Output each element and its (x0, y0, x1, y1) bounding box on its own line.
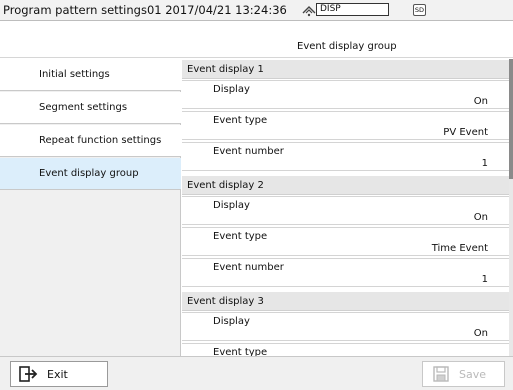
sidebar: Initial settings Segment settings Repeat… (0, 59, 181, 356)
setting-value: 1 (481, 274, 488, 285)
setting-label: Event number (213, 146, 284, 157)
exit-button[interactable]: Exit (10, 361, 108, 387)
setting-row-event-number[interactable]: Event number 1 (182, 142, 513, 171)
group-header: Event display 3 (182, 292, 513, 311)
group-header: Event display 2 (182, 176, 513, 195)
setting-label: Event number (213, 262, 284, 273)
group-header: Event display 1 (182, 60, 513, 79)
setting-row-event-type[interactable]: Event type PV Event (182, 111, 513, 140)
setting-row-display[interactable]: Display On (182, 80, 513, 109)
exit-button-label: Exit (47, 367, 68, 381)
setting-value: On (473, 328, 488, 339)
sidebar-item-segment-settings[interactable]: Segment settings (0, 92, 181, 124)
sd-card-icon: SD (413, 4, 426, 16)
setting-value: 1 (481, 158, 488, 169)
sidebar-item-label: Repeat function settings (39, 135, 162, 146)
setting-label: Display (213, 84, 250, 95)
save-button-label: Save (459, 367, 487, 381)
setting-row-event-type[interactable]: Event type (182, 343, 513, 356)
sidebar-item-label: Initial settings (39, 69, 110, 80)
scrollbar[interactable] (509, 59, 513, 356)
setting-label: Event type (213, 115, 268, 126)
setting-value: On (473, 96, 488, 107)
setting-label: Display (213, 316, 250, 327)
sidebar-item-repeat-function-settings[interactable]: Repeat function settings (0, 125, 181, 157)
sidebar-item-event-display-group[interactable]: Event display group (0, 158, 181, 190)
scrollbar-thumb[interactable] (509, 59, 513, 179)
save-button[interactable]: Save (422, 361, 505, 387)
setting-value: PV Event (443, 127, 488, 138)
setting-value: On (473, 212, 488, 223)
setting-label: Event type (213, 347, 268, 356)
page-title: Event display group (297, 41, 397, 52)
bottom-bar: Exit Save (0, 356, 513, 390)
window-title: Program pattern settings01 2017/04/21 13… (3, 3, 287, 17)
setting-label: Event type (213, 231, 268, 242)
save-icon (433, 366, 449, 382)
sidebar-item-label: Segment settings (39, 102, 128, 113)
signal-icon (302, 6, 316, 17)
disp-indicator: DISP (316, 3, 389, 16)
sidebar-item-label: Event display group (39, 168, 139, 179)
settings-panel: Event display 1 Display On Event type PV… (182, 59, 513, 356)
setting-row-display[interactable]: Display On (182, 196, 513, 225)
page-header: Event display group (0, 22, 513, 58)
setting-row-event-type[interactable]: Event type Time Event (182, 227, 513, 256)
setting-value: Time Event (431, 243, 488, 254)
setting-label: Display (213, 200, 250, 211)
sidebar-item-initial-settings[interactable]: Initial settings (0, 59, 181, 91)
title-bar: Program pattern settings01 2017/04/21 13… (0, 0, 513, 21)
setting-row-event-number[interactable]: Event number 1 (182, 258, 513, 287)
exit-icon (19, 366, 38, 382)
setting-row-display[interactable]: Display On (182, 312, 513, 341)
